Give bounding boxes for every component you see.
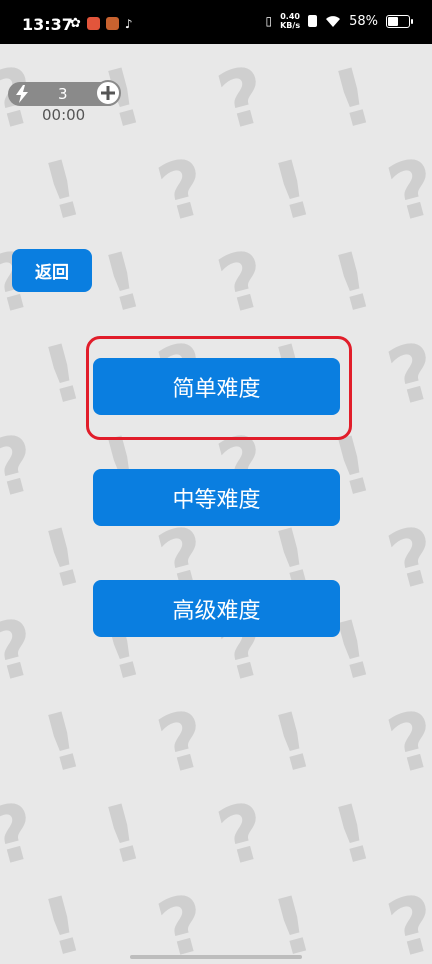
background-glyph: ? [379,693,432,793]
background-glyph: ! [33,510,92,608]
app-notification-icon: ✿ [70,16,81,31]
background-glyph: ? [379,141,432,241]
tiktok-icon: ♪ [124,16,133,31]
add-energy-icon[interactable] [95,80,121,106]
app-notification-icon [86,17,100,30]
background-glyph: ! [263,878,322,964]
status-app-icons: ✿ ♪ [70,16,133,31]
background-glyph: ? [379,509,432,609]
wifi-icon [326,15,341,27]
status-time: 13:37 [22,15,73,34]
background-glyph: ! [93,234,152,332]
game-timer: 00:00 [42,106,86,124]
network-speed-value: 0.40 [280,12,300,21]
network-speed: 0.40 KB/s [280,12,300,30]
easy-difficulty-button[interactable]: 简单难度 [93,358,340,415]
vibrate-icon: ▯ [265,14,273,28]
sim-icon [308,15,318,27]
home-indicator[interactable] [130,955,302,959]
status-right: ▯ 0.40 KB/s 58% [265,12,413,30]
background-glyph: ! [93,786,152,884]
background-glyph: ? [209,785,277,885]
background-glyph: ? [0,601,47,701]
background-glyph: ? [379,877,432,964]
background-glyph: ! [263,694,322,792]
background-glyph: ! [263,142,322,240]
battery-level [388,16,398,26]
background-glyph: ! [33,878,92,964]
background-glyph: ? [149,693,217,793]
background-glyph: ? [149,877,217,964]
background-glyph: ! [33,694,92,792]
back-button[interactable]: 返回 [12,249,92,292]
app-notification-icon [105,17,119,30]
status-bar: 13:37 ✿ ♪ ▯ 0.40 KB/s 58% [0,0,432,44]
background-glyph: ! [323,786,382,884]
background-glyph: ! [323,50,382,148]
battery-percent: 58% [349,13,378,29]
background-glyph: ! [323,234,382,332]
background-glyph: ? [149,141,217,241]
background-glyph: ? [379,325,432,425]
lightning-icon [16,85,28,103]
background-glyph: ? [209,49,277,149]
hard-difficulty-button[interactable]: 高级难度 [93,580,340,637]
background-glyph: ? [0,417,47,517]
battery-icon [386,14,413,28]
background-glyph: ? [209,233,277,333]
background-glyph: ? [0,785,47,885]
energy-count: 3 [58,85,68,103]
background-glyph: ! [33,326,92,424]
network-speed-unit: KB/s [280,21,301,30]
background-glyph: ! [33,142,92,240]
medium-difficulty-button[interactable]: 中等难度 [93,469,340,526]
